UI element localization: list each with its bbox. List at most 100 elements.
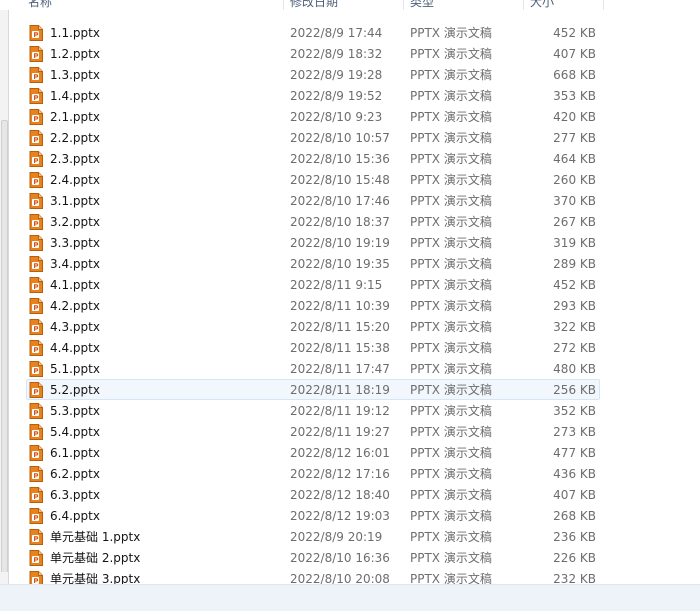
file-date: 2022/8/11 17:47 (290, 362, 390, 376)
file-size: 464 KB (553, 152, 596, 166)
file-date: 2022/8/10 19:35 (290, 257, 390, 271)
file-date: 2022/8/11 18:19 (290, 383, 390, 397)
file-size: 452 KB (553, 26, 596, 40)
file-date: 2022/8/11 10:39 (290, 299, 390, 313)
file-date: 2022/8/9 20:19 (290, 530, 383, 544)
file-row[interactable]: 2.1.pptx 2022/8/10 9:23 PPTX 演示文稿 420 KB (26, 106, 600, 127)
file-type: PPTX 演示文稿 (410, 89, 492, 103)
powerpoint-file-icon (29, 25, 43, 41)
file-row[interactable]: 5.3.pptx 2022/8/11 19:12 PPTX 演示文稿 352 K… (26, 400, 600, 421)
column-header-type[interactable]: 类型 (410, 0, 523, 10)
file-row[interactable]: 1.3.pptx 2022/8/9 19:28 PPTX 演示文稿 668 KB (26, 64, 600, 85)
file-date: 2022/8/9 18:32 (290, 47, 383, 61)
file-row[interactable]: 6.1.pptx 2022/8/12 16:01 PPTX 演示文稿 477 K… (26, 442, 600, 463)
column-divider[interactable] (603, 0, 604, 10)
column-header-size[interactable]: 大小 (530, 0, 603, 10)
file-type: PPTX 演示文稿 (410, 425, 492, 439)
file-size: 289 KB (553, 257, 596, 271)
powerpoint-file-icon (29, 319, 43, 335)
file-name: 4.3.pptx (50, 320, 100, 334)
column-divider[interactable] (403, 0, 404, 10)
column-header-date[interactable]: 修改日期 (290, 0, 403, 10)
scroll-corner (0, 572, 8, 584)
file-row[interactable]: 6.3.pptx 2022/8/12 18:40 PPTX 演示文稿 407 K… (26, 484, 600, 505)
powerpoint-file-icon (29, 445, 43, 461)
file-row[interactable]: 3.1.pptx 2022/8/10 17:46 PPTX 演示文稿 370 K… (26, 190, 600, 211)
file-type: PPTX 演示文稿 (410, 194, 492, 208)
file-type: PPTX 演示文稿 (410, 236, 492, 250)
file-row[interactable]: 2.4.pptx 2022/8/10 15:48 PPTX 演示文稿 260 K… (26, 169, 600, 190)
file-size: 477 KB (553, 446, 596, 460)
file-name: 3.1.pptx (50, 194, 100, 208)
file-row[interactable]: 3.4.pptx 2022/8/10 19:35 PPTX 演示文稿 289 K… (26, 253, 600, 274)
file-row[interactable]: 3.2.pptx 2022/8/10 18:37 PPTX 演示文稿 267 K… (26, 211, 600, 232)
file-size: 268 KB (553, 509, 596, 523)
file-type: PPTX 演示文稿 (410, 152, 492, 166)
file-name: 单元基础 2.pptx (50, 551, 141, 565)
file-name: 5.4.pptx (50, 425, 100, 439)
file-type: PPTX 演示文稿 (410, 47, 492, 61)
file-size: 236 KB (553, 530, 596, 544)
file-type: PPTX 演示文稿 (410, 110, 492, 124)
file-size: 370 KB (553, 194, 596, 208)
file-row[interactable]: 2.3.pptx 2022/8/10 15:36 PPTX 演示文稿 464 K… (26, 148, 600, 169)
file-date: 2022/8/12 19:03 (290, 509, 390, 523)
powerpoint-file-icon (29, 256, 43, 272)
powerpoint-file-icon (29, 151, 43, 167)
column-divider[interactable] (283, 0, 284, 10)
file-size: 277 KB (553, 131, 596, 145)
powerpoint-file-icon (29, 88, 43, 104)
file-row[interactable]: 6.2.pptx 2022/8/12 17:16 PPTX 演示文稿 436 K… (26, 463, 600, 484)
file-size: 273 KB (553, 425, 596, 439)
file-size: 436 KB (553, 467, 596, 481)
file-date: 2022/8/10 15:48 (290, 173, 390, 187)
file-date: 2022/8/10 9:23 (290, 110, 383, 124)
file-date: 2022/8/10 18:37 (290, 215, 390, 229)
file-row[interactable]: 6.4.pptx 2022/8/12 19:03 PPTX 演示文稿 268 K… (26, 505, 600, 526)
file-date: 2022/8/10 16:36 (290, 551, 390, 565)
file-size: 256 KB (553, 383, 596, 397)
file-name: 2.2.pptx (50, 131, 100, 145)
file-date: 2022/8/9 19:52 (290, 89, 383, 103)
file-row[interactable]: 2.2.pptx 2022/8/10 10:57 PPTX 演示文稿 277 K… (26, 127, 600, 148)
file-size: 352 KB (553, 404, 596, 418)
file-row[interactable]: 5.4.pptx 2022/8/11 19:27 PPTX 演示文稿 273 K… (26, 421, 600, 442)
file-name: 6.3.pptx (50, 488, 100, 502)
file-type: PPTX 演示文稿 (410, 467, 492, 481)
file-row[interactable]: 单元基础 2.pptx 2022/8/10 16:36 PPTX 演示文稿 22… (26, 547, 600, 568)
file-date: 2022/8/11 9:15 (290, 278, 383, 292)
powerpoint-file-icon (29, 382, 43, 398)
file-type: PPTX 演示文稿 (410, 26, 492, 40)
file-type: PPTX 演示文稿 (410, 446, 492, 460)
file-name: 1.1.pptx (50, 26, 100, 40)
file-type: PPTX 演示文稿 (410, 68, 492, 82)
file-row[interactable]: 5.2.pptx 2022/8/11 18:19 PPTX 演示文稿 256 K… (26, 379, 600, 400)
file-name: 3.3.pptx (50, 236, 100, 250)
file-row[interactable]: 3.3.pptx 2022/8/10 19:19 PPTX 演示文稿 319 K… (26, 232, 600, 253)
file-row[interactable]: 单元基础 1.pptx 2022/8/9 20:19 PPTX 演示文稿 236… (26, 526, 600, 547)
powerpoint-file-icon (29, 46, 43, 62)
file-row[interactable]: 4.2.pptx 2022/8/11 10:39 PPTX 演示文稿 293 K… (26, 295, 600, 316)
column-header-name[interactable]: 名称 (28, 0, 283, 10)
file-date: 2022/8/10 17:46 (290, 194, 390, 208)
file-type: PPTX 演示文稿 (410, 551, 492, 565)
powerpoint-file-icon (29, 67, 43, 83)
file-name: 2.1.pptx (50, 110, 100, 124)
powerpoint-file-icon (29, 235, 43, 251)
file-row[interactable]: 1.1.pptx 2022/8/9 17:44 PPTX 演示文稿 452 KB (26, 22, 600, 43)
file-row[interactable]: 4.3.pptx 2022/8/11 15:20 PPTX 演示文稿 322 K… (26, 316, 600, 337)
file-row[interactable]: 4.1.pptx 2022/8/11 9:15 PPTX 演示文稿 452 KB (26, 274, 600, 295)
file-type: PPTX 演示文稿 (410, 320, 492, 334)
powerpoint-file-icon (29, 193, 43, 209)
file-row[interactable]: 1.2.pptx 2022/8/9 18:32 PPTX 演示文稿 407 KB (26, 43, 600, 64)
file-row[interactable]: 4.4.pptx 2022/8/11 15:38 PPTX 演示文稿 272 K… (26, 337, 600, 358)
file-row[interactable]: 1.4.pptx 2022/8/9 19:52 PPTX 演示文稿 353 KB (26, 85, 600, 106)
file-row[interactable]: 5.1.pptx 2022/8/11 17:47 PPTX 演示文稿 480 K… (26, 358, 600, 379)
file-name: 2.4.pptx (50, 173, 100, 187)
file-date: 2022/8/12 17:16 (290, 467, 390, 481)
file-name: 1.2.pptx (50, 47, 100, 61)
column-divider[interactable] (523, 0, 524, 10)
file-type: PPTX 演示文稿 (410, 362, 492, 376)
file-size: 420 KB (553, 110, 596, 124)
powerpoint-file-icon (29, 214, 43, 230)
